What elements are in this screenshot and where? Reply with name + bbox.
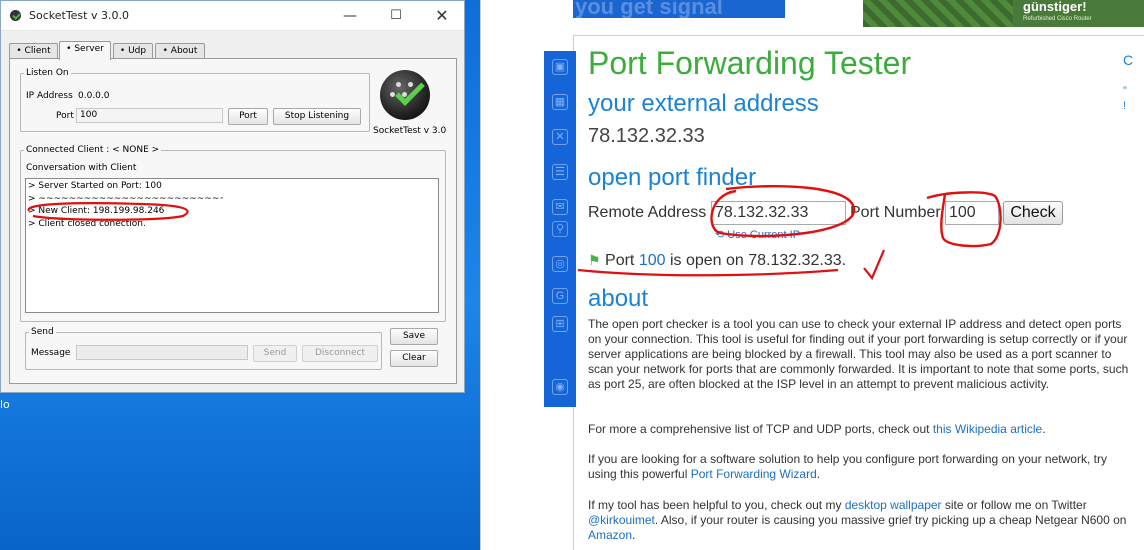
- result-ip: 78.132.32.33: [748, 252, 842, 269]
- external-address-heading: your external address: [588, 90, 819, 117]
- p4-text-2: site or follow me on Twitter: [941, 498, 1087, 512]
- amazon-link[interactable]: Amazon: [588, 528, 632, 542]
- grid-icon[interactable]: ▦: [552, 94, 568, 110]
- logo-caption: SocketTest v 3.0: [373, 126, 447, 136]
- external-ip-value: 78.132.32.33: [588, 125, 705, 147]
- p4-text-4: .: [632, 528, 636, 542]
- tab-server[interactable]: • Server: [59, 41, 111, 60]
- stop-listening-button[interactable]: Stop Listening: [273, 108, 361, 125]
- message-label: Message: [31, 348, 71, 358]
- port-finder-heading: open port finder: [588, 164, 757, 191]
- about-paragraph-4: If my tool has been helpful to you, chec…: [588, 498, 1133, 543]
- ip-address-label: IP Address: [26, 91, 73, 101]
- use-current-ip-link[interactable]: ⟲ Use Current IP: [715, 228, 800, 241]
- google-icon[interactable]: G: [552, 288, 568, 304]
- conversation-label: Conversation with Client: [26, 163, 137, 173]
- ad-subline: Refurbished Cisco Router: [1023, 16, 1092, 22]
- mail-icon[interactable]: ✉: [552, 199, 568, 215]
- share-sidebar: ▣ ▦ ✕ ☰ ✉ ⚲ ◎ G ⊞ ◉: [544, 51, 576, 407]
- check-button[interactable]: Check: [1003, 201, 1063, 225]
- log-line: > New Client: 198.199.98.246: [28, 206, 165, 216]
- title-bar[interactable]: SocketTest v 3.0.0 — ☐ ✕: [1, 1, 464, 31]
- x-icon[interactable]: ✕: [552, 129, 568, 145]
- window-title: SocketTest v 3.0.0: [29, 9, 129, 22]
- log-line: > ~~~~~~~~~~~~~~~~~~~~~~~~~~~~~~~~~: [28, 193, 223, 204]
- right-strip-char: C: [1123, 52, 1134, 68]
- browser-page: you get signal günstiger! Refurbished Ci…: [480, 0, 1144, 550]
- port-check-result: ⚑ Port 100 is open on 78.132.32.33.: [588, 252, 846, 270]
- about-heading: about: [588, 285, 649, 312]
- about-paragraph-3: If you are looking for a software soluti…: [588, 452, 1133, 482]
- right-strip-char: !: [1123, 100, 1127, 112]
- ad-headline: günstiger!: [1023, 0, 1087, 14]
- p4-text-1: If my tool has been helpful to you, chec…: [588, 498, 845, 512]
- lock-icon[interactable]: ▣: [552, 59, 568, 75]
- tab-udp[interactable]: • Udp: [113, 43, 153, 59]
- tool-icon[interactable]: ⚲: [552, 221, 568, 237]
- p2-text: For more a comprehensive list of TCP and…: [588, 422, 933, 436]
- p3-text: If you are looking for a software soluti…: [588, 452, 1107, 481]
- tab-about-label: About: [170, 46, 198, 56]
- save-button[interactable]: Save: [390, 328, 438, 345]
- clear-button[interactable]: Clear: [390, 350, 438, 367]
- desktop-icon-label[interactable]: lo: [0, 398, 10, 411]
- result-suffix: .: [841, 252, 847, 269]
- tab-client-label: Client: [24, 46, 51, 56]
- port-number-label: Port Number: [850, 204, 941, 221]
- send-legend: Send: [31, 327, 54, 337]
- sockettest-logo-icon: [380, 70, 430, 120]
- ad-banner[interactable]: günstiger! Refurbished Cisco Router: [863, 0, 1144, 27]
- connected-client-legend: Connected Client : < NONE >: [26, 145, 160, 155]
- port-number-input[interactable]: 100: [945, 201, 999, 225]
- sockettest-window: SocketTest v 3.0.0 — ☐ ✕ • Client • Serv…: [0, 0, 465, 393]
- log-line: > Client closed conection.: [28, 218, 146, 229]
- port-button[interactable]: Port: [228, 108, 268, 125]
- result-middle: is open on: [665, 252, 749, 269]
- about-paragraph-2: For more a comprehensive list of TCP and…: [588, 422, 1133, 437]
- flag-icon: ⚑: [588, 252, 601, 268]
- right-strip-char: ": [1123, 85, 1127, 97]
- app-icon: [10, 10, 21, 21]
- tab-client[interactable]: • Client: [9, 43, 58, 59]
- remote-address-input[interactable]: 78.132.32.33: [711, 201, 846, 225]
- listen-legend: Listen On: [26, 68, 69, 78]
- close-button[interactable]: ✕: [419, 1, 465, 31]
- page-title: Port Forwarding Tester: [588, 45, 912, 81]
- minimize-button[interactable]: —: [327, 1, 373, 31]
- use-current-ip-label: Use Current IP: [727, 229, 801, 241]
- twitter-link[interactable]: @kirkouimet: [588, 513, 655, 527]
- about-paragraph-1: The open port checker is a tool you can …: [588, 317, 1129, 391]
- right-edge-strip: C " !: [1123, 40, 1144, 460]
- result-port-link[interactable]: 100: [639, 252, 666, 269]
- site-brand-banner[interactable]: you get signal: [573, 0, 785, 18]
- p3-end: .: [816, 467, 821, 481]
- windows-icon[interactable]: ⊞: [552, 316, 568, 332]
- refresh-icon: ⟲: [715, 229, 725, 241]
- result-prefix: Port: [605, 252, 639, 269]
- maximize-button[interactable]: ☐: [373, 1, 419, 31]
- port-forwarding-wizard-link[interactable]: Port Forwarding Wizard: [691, 467, 817, 481]
- target-icon[interactable]: ◎: [552, 256, 568, 272]
- p2-end: .: [1042, 422, 1046, 436]
- server-icon[interactable]: ☰: [552, 164, 568, 180]
- desktop-wallpaper-link[interactable]: desktop wallpaper: [845, 498, 942, 512]
- tab-udp-label: Udp: [128, 46, 147, 56]
- log-line: > Server Started on Port: 100: [28, 181, 162, 191]
- ip-address-value: 0.0.0.0: [78, 91, 110, 101]
- send-button[interactable]: Send: [253, 345, 297, 362]
- disconnect-button[interactable]: Disconnect: [302, 345, 378, 362]
- tab-about[interactable]: • About: [155, 43, 205, 59]
- tab-server-label: Server: [74, 44, 104, 54]
- wikipedia-link[interactable]: this Wikipedia article: [933, 422, 1042, 436]
- port-label: Port: [56, 111, 74, 121]
- port-input[interactable]: 100: [76, 108, 223, 123]
- message-input[interactable]: [76, 345, 248, 360]
- router-board-image: [863, 0, 1013, 27]
- globe-icon[interactable]: ◉: [552, 379, 568, 395]
- p4-text-3: . Also, if your router is causing you ma…: [654, 513, 1127, 527]
- conversation-log[interactable]: > Server Started on Port: 100 > ~~~~~~~~…: [25, 178, 439, 313]
- remote-address-label: Remote Address: [588, 204, 707, 221]
